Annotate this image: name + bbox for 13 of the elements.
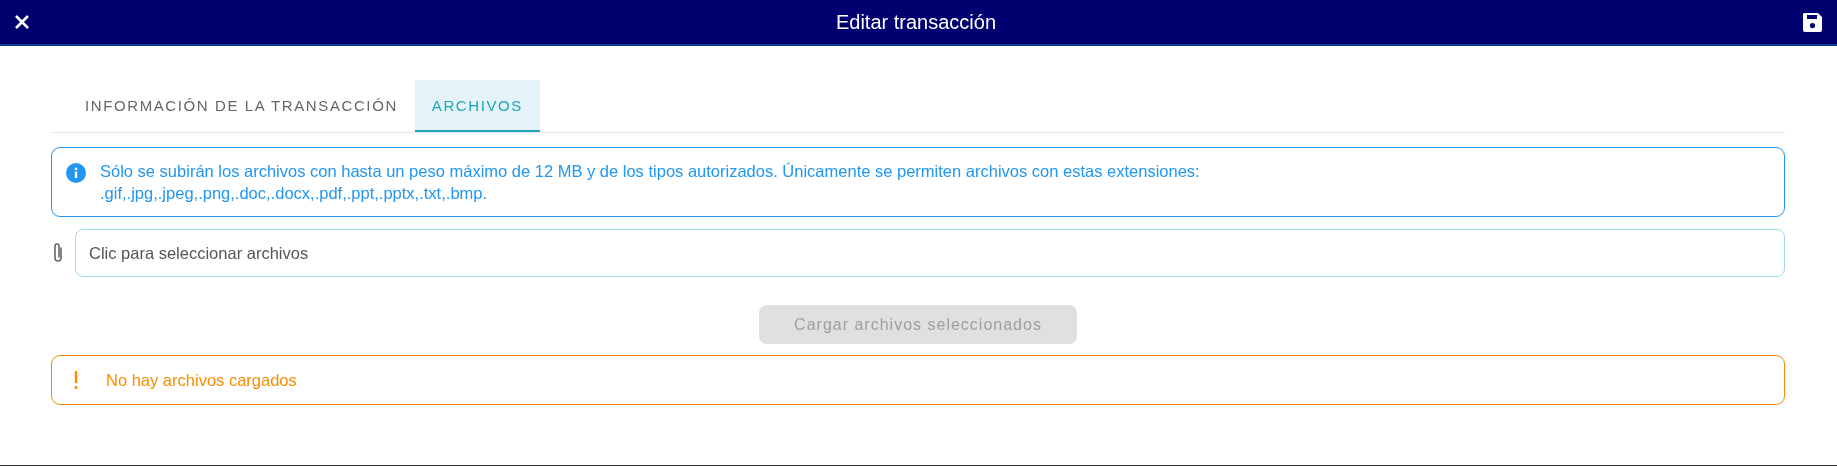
- file-input-field[interactable]: Clic para seleccionar archivos: [75, 229, 1785, 277]
- info-message: Sólo se subirán los archivos con hasta un peso máximo de 12 MB y de los tipos autorizados. Únicamente se permiten archivos con estas extensiones: .gif,.jpg,.jpeg,.png,.doc,.docx,.pdf,.ppt,.pptx,.txt,.bmp.: [100, 161, 1200, 204]
- exclamation-icon: [74, 371, 78, 389]
- tab[interactable]: ARCHIVOS: [414, 80, 540, 132]
- save-button[interactable]: [1802, 11, 1823, 33]
- tab[interactable]: INFORMACIÓN DE LA TRANSACCIÓN: [68, 80, 415, 132]
- warning-message: No hay archivos cargados: [106, 370, 297, 390]
- close-icon: [14, 14, 30, 30]
- close-button[interactable]: [14, 14, 30, 30]
- info-icon: [66, 163, 86, 183]
- save-icon: [1802, 11, 1823, 33]
- paperclip-icon: [51, 241, 65, 265]
- window-title: Editar transacción: [835, 10, 997, 34]
